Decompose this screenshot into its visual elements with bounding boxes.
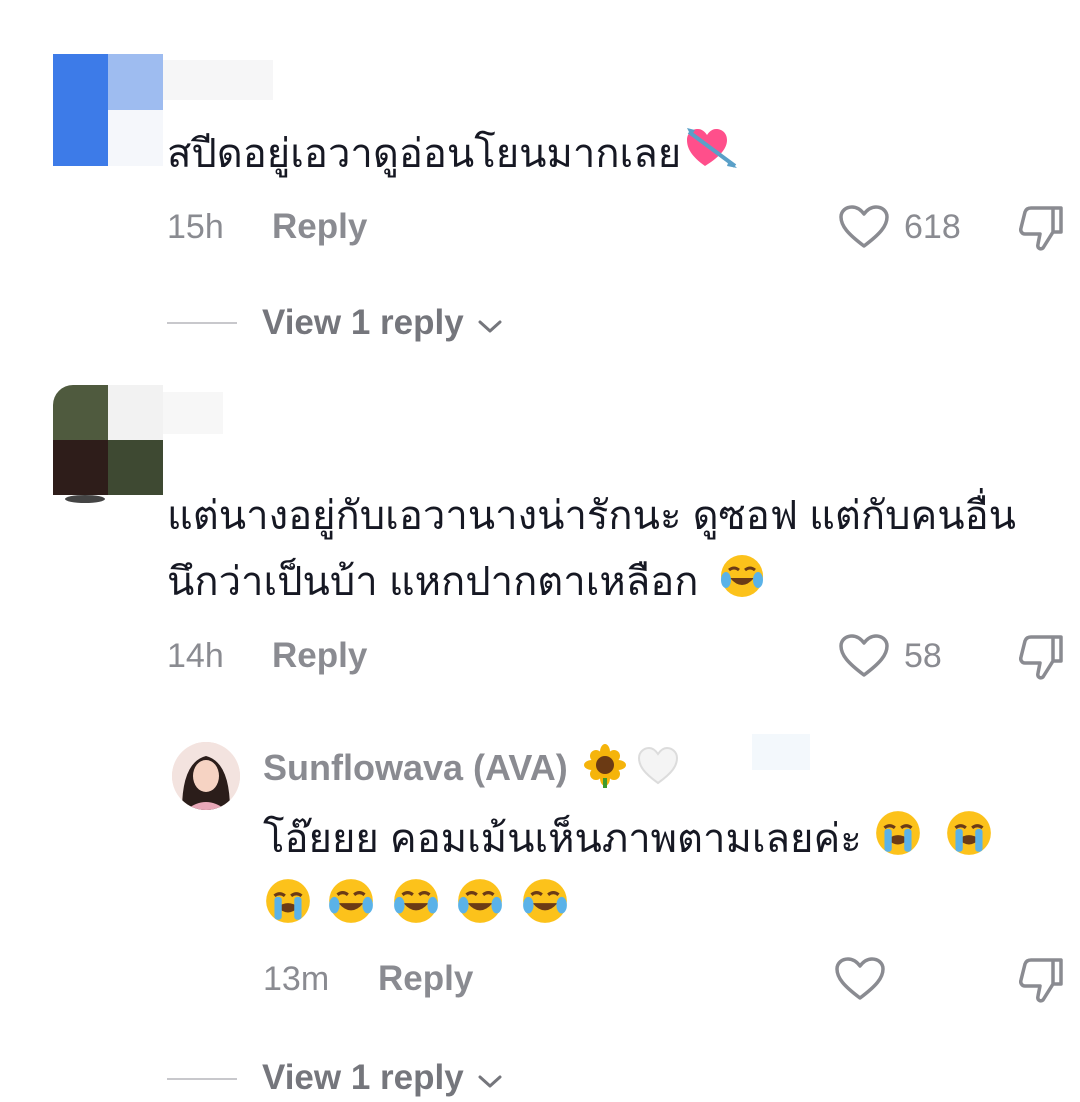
like-heart-icon[interactable] (838, 633, 890, 684)
username-redacted (163, 392, 223, 434)
view-replies-button[interactable]: View 1 reply (262, 1058, 503, 1100)
dislike-icon[interactable] (1017, 954, 1065, 1011)
view-replies-label: View 1 reply (262, 303, 464, 342)
comment-text: สปีดอยู่เอวาดูอ่อนโยนมากเลย (167, 132, 682, 176)
face-with-tears-of-joy-icon (718, 552, 766, 617)
dislike-icon[interactable] (1017, 631, 1065, 688)
like-heart-icon[interactable] (834, 956, 886, 1007)
sunflower-icon (583, 744, 626, 797)
face-with-tears-of-joy-icon (390, 876, 442, 931)
comment-time: 15h (167, 208, 224, 246)
like-count: 58 (904, 637, 942, 675)
face-with-tears-of-joy-icon (454, 876, 506, 931)
reply-button[interactable]: Reply (272, 636, 367, 676)
dislike-icon[interactable] (1017, 202, 1065, 259)
loudly-crying-face-icon (873, 808, 923, 875)
like-count: 618 (904, 208, 961, 246)
reply-text: โอ๊ยยย คอมเม้นเห็นภาพตามเลยค่ะ (263, 817, 862, 862)
loudly-crying-face-icon (263, 876, 313, 931)
view-replies-label: View 1 reply (262, 1058, 464, 1097)
face-with-tears-of-joy-icon (519, 876, 571, 931)
white-heart-icon (636, 746, 680, 795)
comment-text: แต่นางอยู่กับเอวานางน่ารักนะ ดูซอฟ แต่กั… (167, 494, 1016, 538)
reply-username[interactable]: Sunflowava (AVA) (263, 747, 568, 788)
reply-emoji-line (263, 876, 571, 931)
view-replies-button[interactable]: View 1 reply (262, 303, 503, 345)
reply-time: 13m (263, 960, 330, 998)
face-with-tears-of-joy-icon (325, 876, 377, 931)
loudly-crying-face-icon (944, 808, 994, 875)
chevron-down-icon (477, 1060, 503, 1100)
chevron-down-icon (477, 305, 503, 345)
username-redacted (163, 60, 273, 100)
heart-with-arrow-icon (685, 126, 739, 187)
avatar[interactable] (53, 54, 163, 166)
avatar[interactable] (172, 742, 240, 810)
avatar[interactable] (53, 385, 163, 515)
divider (167, 322, 237, 324)
reply-button[interactable]: Reply (378, 959, 473, 999)
reply-button[interactable]: Reply (272, 207, 367, 247)
like-heart-icon[interactable] (838, 204, 890, 255)
comment-time: 14h (167, 637, 224, 675)
username-redacted (752, 734, 810, 770)
divider (167, 1078, 237, 1080)
comment-text: นึกว่าเป็นบ้า แหกปากตาเหลือก (167, 560, 699, 605)
